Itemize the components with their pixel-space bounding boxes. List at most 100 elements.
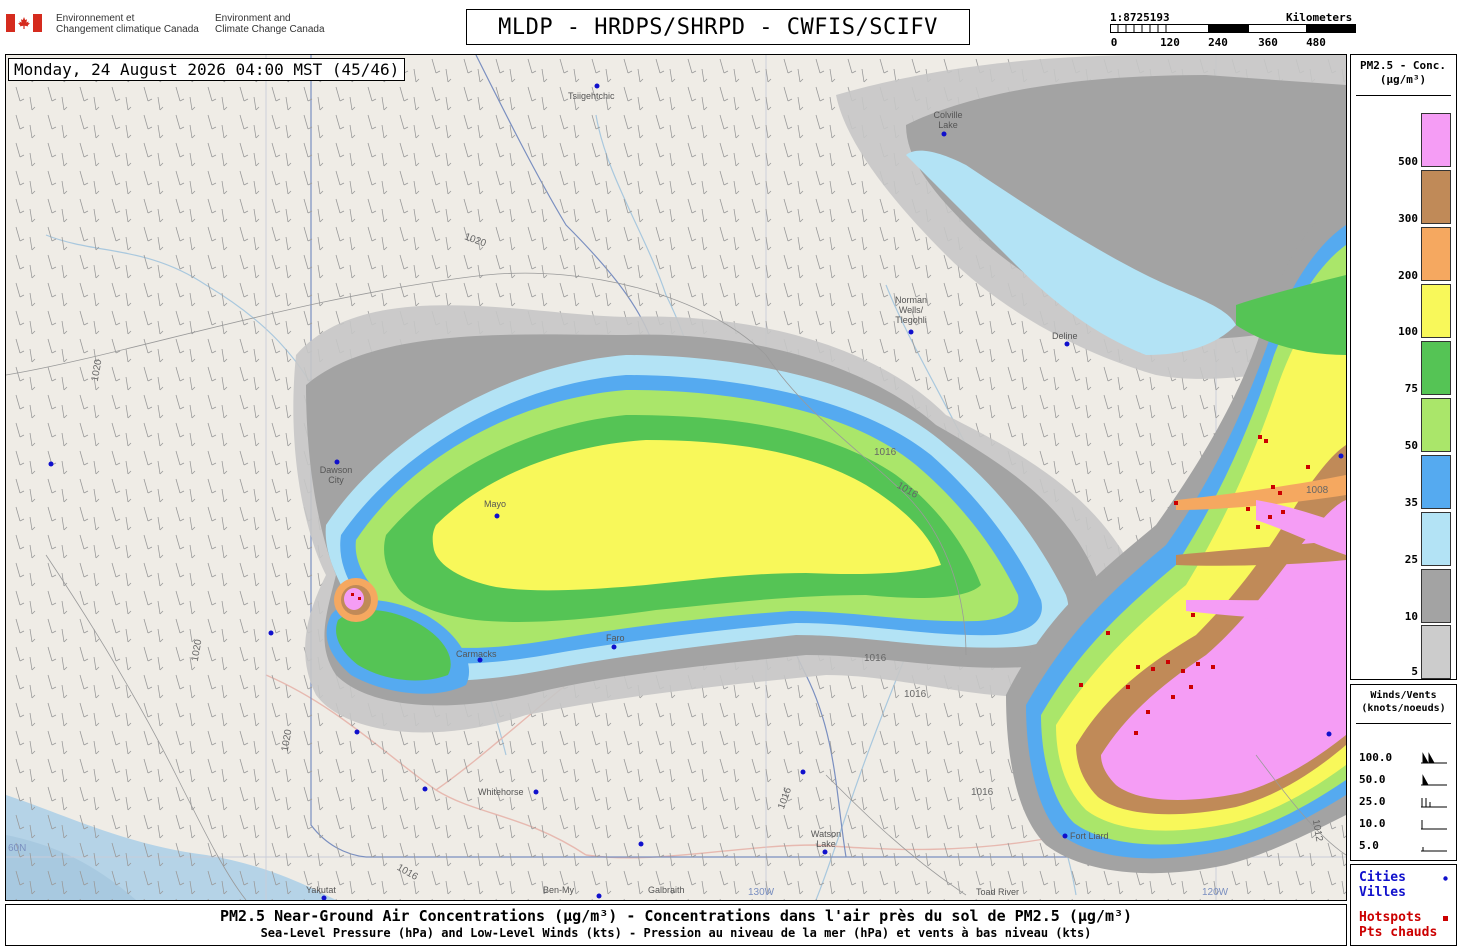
concentration-legend-title: PM2.5 - Conc. (µg/m³) (1359, 59, 1447, 86)
city-label: Faro (606, 633, 625, 643)
graticule-label: 60N (8, 843, 27, 854)
legend-label: 25 (1404, 553, 1418, 566)
legend-swatch-50 (1421, 398, 1451, 452)
legend-swatch-25 (1421, 512, 1451, 566)
city-dot-icon (1064, 341, 1070, 347)
city-dot-icon (800, 769, 806, 775)
city-label: Tsiigehtchic (568, 91, 615, 101)
hotspot-square-icon (1443, 916, 1448, 921)
forecast-map[interactable]: 1020 1020 1016 1016 1016 1016 1016 1016 … (5, 54, 1347, 901)
legend-swatch-35 (1421, 455, 1451, 509)
department-name-french: Environnement et Changement climatique C… (56, 13, 199, 35)
legend-swatch-75 (1421, 341, 1451, 395)
graticule-label: 120W (1202, 887, 1229, 898)
city-label: Whitehorse (478, 787, 524, 797)
legend-swatch-300 (1421, 170, 1451, 224)
wind-barb-100-icon (1421, 752, 1447, 764)
wind-speed-label: 10.0 (1359, 817, 1386, 830)
wind-barb-5-icon (1421, 847, 1447, 852)
city-dot-icon (822, 849, 828, 855)
scale-unit: Kilometers (1286, 11, 1353, 24)
legend-label: 35 (1404, 496, 1418, 509)
city-dot-icon (354, 729, 360, 735)
city-label: Dawson City (319, 465, 353, 485)
city-dot-icon (941, 131, 947, 137)
scale-tick: 240 (1208, 36, 1228, 49)
scale-tick: 360 (1258, 36, 1278, 49)
city-dot-icon (1443, 876, 1448, 881)
isobar-label: 1016 (874, 447, 897, 458)
wind-barb-25-icon (1421, 798, 1447, 808)
city-label: Yakutat (306, 885, 336, 895)
isobar-label: 1008 (1306, 485, 1329, 496)
wind-speed-label: 5.0 (1359, 839, 1379, 852)
legend-label: 200 (1398, 269, 1418, 282)
wind-speed-label: 100.0 (1359, 751, 1393, 764)
city-dot-icon (638, 841, 644, 847)
legend-swatch-500 (1421, 113, 1451, 167)
legend-divider (1356, 723, 1451, 724)
city-dot-icon (1326, 731, 1332, 737)
wind-barb-50-icon (1421, 774, 1447, 786)
legend-label: 500 (1398, 155, 1418, 168)
wind-legend-title: Winds/Vents (knots/noeuds) (1361, 690, 1446, 714)
wind-barb-10-icon (1421, 820, 1447, 830)
legend-label: 50 (1404, 439, 1418, 452)
wind-speed-label: 25.0 (1359, 795, 1386, 808)
isobar-label: 1016 (904, 689, 927, 700)
city-dot-icon (321, 895, 327, 900)
legend-swatch-5 (1421, 625, 1451, 679)
legend-label: 75 (1404, 382, 1418, 395)
city-label: Ben-My (543, 885, 575, 895)
city-label: Colville Lake (933, 110, 963, 130)
legend-label: 100 (1398, 325, 1418, 338)
city-dot-icon (494, 513, 500, 519)
city-label: Mayo (484, 499, 507, 509)
hotspots-legend-label: Hotspots (1359, 910, 1422, 925)
caption-line-concentrations: PM2.5 Near-Ground Air Concentrations (µg… (219, 907, 1133, 925)
cities-legend-label: Cities (1359, 870, 1406, 885)
city-dot-icon (596, 893, 602, 899)
scale-bar (1110, 24, 1356, 33)
department-name-english: Environment and Climate Change Canada (215, 13, 325, 35)
isobar-label: 1016 (864, 653, 887, 664)
legend-swatch-200 (1421, 227, 1451, 281)
legend-label: 10 (1404, 610, 1418, 623)
city-dot-icon (1062, 833, 1068, 839)
scale-ratio: 1:8725193 (1110, 11, 1170, 24)
map-canvas (6, 55, 1346, 900)
city-dot-icon (908, 329, 914, 335)
points-legend: Cities Villes Hotspots Pts chauds (1350, 864, 1457, 946)
legend-swatch-10 (1421, 569, 1451, 623)
legend-label: 5 (1411, 665, 1418, 678)
scale-tick: 480 (1306, 36, 1326, 49)
wind-speed-label: 50.0 (1359, 773, 1386, 786)
city-label: Galbraith (648, 885, 685, 895)
legend-swatch-100 (1421, 284, 1451, 338)
city-dot-icon (48, 461, 54, 467)
legend-divider (1356, 95, 1451, 96)
city-dot-icon (268, 630, 274, 636)
wind-legend: Winds/Vents (knots/noeuds) 100.0 50.0 25… (1350, 684, 1457, 861)
caption-line-pressure-winds: Sea-Level Pressure (hPa) and Low-Level W… (260, 926, 1092, 940)
map-caption: PM2.5 Near-Ground Air Concentrations (µg… (5, 904, 1347, 946)
city-label: Norman Wells/ Tlegohli (894, 295, 927, 325)
forecast-timestamp: Monday, 24 August 2026 04:00 MST (45/46) (8, 58, 406, 81)
city-dot-icon (594, 83, 600, 89)
city-dot-icon (422, 786, 428, 792)
concentration-legend: PM2.5 - Conc. (µg/m³) 500 300 200 100 75… (1350, 54, 1457, 680)
legend-label: 300 (1398, 212, 1418, 225)
city-dot-icon (533, 789, 539, 795)
scale-tick: 120 (1160, 36, 1180, 49)
scale-tick: 0 (1110, 36, 1118, 49)
city-label: Deline (1052, 331, 1078, 341)
city-label: Watson Lake (810, 829, 842, 849)
isobar-label: 1016 (971, 787, 994, 798)
graticule-label: 130W (748, 887, 775, 898)
city-label: Fort Liard (1070, 831, 1109, 841)
product-title: MLDP - HRDPS/SHRPD - CWFIS/SCIFV (466, 9, 970, 45)
canada-flag-icon (6, 14, 42, 32)
city-label: Toad River (976, 887, 1020, 897)
city-label: Carmacks (456, 649, 497, 659)
villes-legend-label: Villes (1359, 885, 1406, 900)
